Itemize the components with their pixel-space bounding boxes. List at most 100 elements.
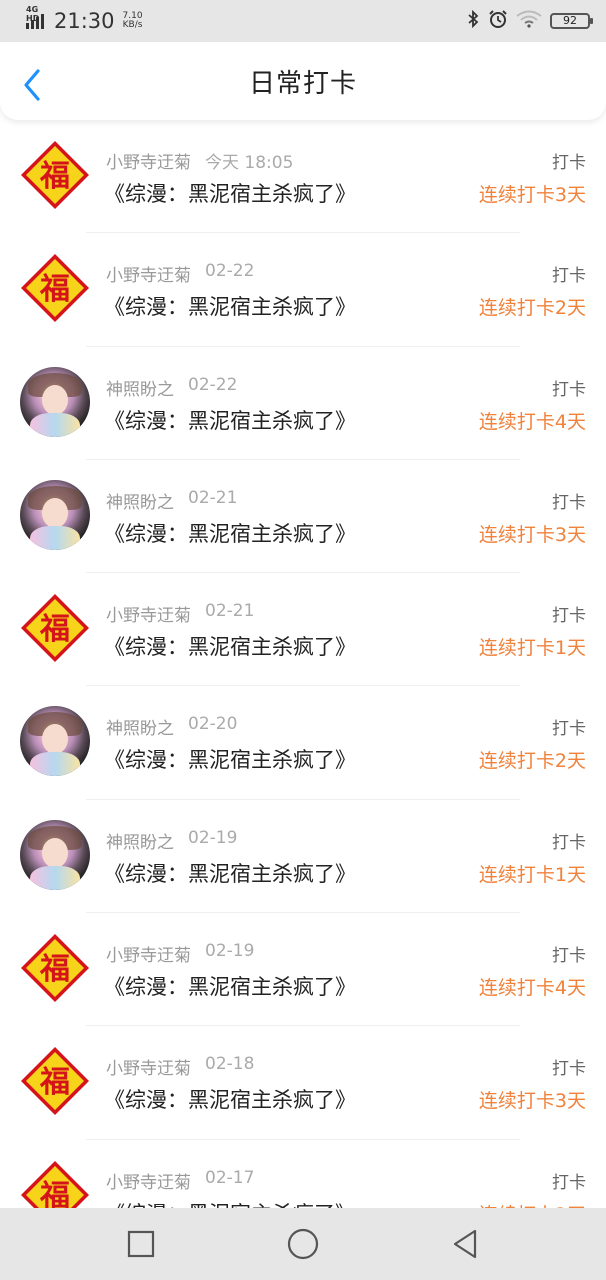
fu-glyph: 福 <box>39 952 70 987</box>
home-button[interactable] <box>283 1224 323 1264</box>
recent-apps-button[interactable] <box>121 1224 161 1264</box>
book-title[interactable]: 《综漫：黑泥宿主杀疯了》 <box>104 291 356 321</box>
checkin-label: 打卡 <box>552 153 586 173</box>
checkin-list-item[interactable]: 福 小野寺迂菊 02-19 《综漫：黑泥宿主杀疯了》 打卡连续打卡4天 <box>0 913 606 1027</box>
fu-avatar-icon: 福 <box>21 254 89 323</box>
status-time: 21:30 <box>54 9 115 33</box>
bluetooth-icon <box>466 9 480 32</box>
alarm-icon <box>488 9 508 33</box>
user-name[interactable]: 小野寺迂菊 <box>106 261 191 286</box>
user-name[interactable]: 小野寺迂菊 <box>106 941 191 966</box>
fu-glyph: 福 <box>39 612 70 647</box>
streak-label: 连续打卡2天 <box>479 1200 586 1208</box>
book-title[interactable]: 《综漫：黑泥宿主杀疯了》 <box>104 1198 356 1208</box>
fu-avatar-icon: 福 <box>21 934 89 1003</box>
checkin-time: 02-22 <box>188 374 238 395</box>
checkin-list-item[interactable]: 神照盼之 02-21 《综漫：黑泥宿主杀疯了》 打卡连续打卡3天 <box>0 460 606 574</box>
user-name[interactable]: 神照盼之 <box>106 714 174 739</box>
fu-avatar-icon: 福 <box>21 141 89 209</box>
checkin-list-item[interactable]: 神照盼之 02-19 《综漫：黑泥宿主杀疯了》 打卡连续打卡1天 <box>0 800 606 914</box>
book-title[interactable]: 《综漫：黑泥宿主杀疯了》 <box>104 518 356 548</box>
book-title[interactable]: 《综漫：黑泥宿主杀疯了》 <box>104 631 356 661</box>
fu-glyph: 福 <box>39 1179 70 1208</box>
checkin-list-item[interactable]: 福 小野寺迂菊 02-17 《综漫：黑泥宿主杀疯了》 打卡连续打卡2天 <box>0 1140 606 1208</box>
network-label: 4G HD <box>26 5 40 23</box>
user-name[interactable]: 小野寺迂菊 <box>106 148 191 173</box>
avatar[interactable] <box>20 366 90 437</box>
book-title[interactable]: 《综漫：黑泥宿主杀疯了》 <box>104 405 356 435</box>
nav-back-button[interactable] <box>445 1224 485 1264</box>
checkin-time: 02-19 <box>205 941 255 962</box>
speed-unit: KB/s <box>122 20 143 30</box>
user-name[interactable]: 神照盼之 <box>106 828 174 853</box>
checkin-label: 打卡 <box>552 379 586 400</box>
checkin-label: 打卡 <box>552 492 586 513</box>
checkin-time: 02-22 <box>205 261 255 282</box>
back-icon <box>453 1229 477 1259</box>
checkin-label: 打卡 <box>552 832 586 853</box>
checkin-list-item[interactable]: 神照盼之 02-20 《综漫：黑泥宿主杀疯了》 打卡 连续打卡2天 <box>0 686 606 800</box>
user-name[interactable]: 小野寺迂菊 <box>106 1168 191 1193</box>
avatar[interactable] <box>20 479 90 550</box>
fu-avatar-icon: 福 <box>21 1160 89 1208</box>
checkin-list: 福小野寺迂菊 今天 18:05 《综漫：黑泥宿主杀疯了》 打卡 连续打卡3天福小野寺迂菊… <box>0 120 606 1208</box>
checkin-time: 02-21 <box>205 601 255 622</box>
book-title[interactable]: 《综漫：黑泥宿主杀疯了》 <box>104 858 356 888</box>
system-nav-bar <box>0 1208 606 1280</box>
fu-glyph: 福 <box>39 1065 70 1100</box>
wifi-icon <box>516 10 542 32</box>
user-name[interactable]: 小野寺迂菊 <box>106 601 191 626</box>
fu-glyph: 福 <box>39 159 70 194</box>
streak-label: 连续打卡3天 <box>478 184 586 206</box>
signal-icon: 4G HD <box>26 5 44 29</box>
streak-label: 连续打卡1天 <box>478 863 586 886</box>
checkin-label: 打卡 <box>552 1172 586 1193</box>
book-title[interactable]: 《综漫：黑泥宿主杀疯了》 <box>104 1084 356 1114</box>
streak-label: 连续打卡2天 <box>478 750 586 773</box>
streak-label: 连续打卡4天 <box>478 410 586 433</box>
streak-label: 连续打卡3天 <box>478 523 586 546</box>
avatar[interactable]: 福 <box>20 593 90 663</box>
checkin-time: 02-21 <box>188 487 238 508</box>
fu-avatar-icon: 福 <box>21 1047 89 1116</box>
chevron-left-icon <box>24 69 40 101</box>
checkin-list-item[interactable]: 福 小野寺迂菊 02-18 《综漫：黑泥宿主杀疯了》 打卡连续打卡3天 <box>0 1026 606 1140</box>
user-name[interactable]: 神照盼之 <box>106 488 174 513</box>
streak-label: 连续打卡4天 <box>478 977 586 1000</box>
fu-glyph: 福 <box>39 272 70 307</box>
fu-avatar-icon: 福 <box>21 594 89 663</box>
checkin-label: 打卡 <box>552 1059 586 1080</box>
checkin-time: 02-20 <box>188 714 238 735</box>
streak-label: 连续打卡3天 <box>478 1090 586 1113</box>
avatar[interactable] <box>20 819 90 890</box>
avatar[interactable]: 福 <box>20 253 90 323</box>
streak-label: 连续打卡2天 <box>478 297 586 320</box>
avatar[interactable]: 福 <box>20 1046 90 1116</box>
avatar[interactable] <box>20 706 90 777</box>
checkin-time: 02-19 <box>188 827 238 848</box>
checkin-time: 02-18 <box>205 1054 255 1075</box>
checkin-list-item[interactable]: 福 小野寺迂菊 02-21 《综漫：黑泥宿主杀疯了》 打卡连续打卡1天 <box>0 573 606 687</box>
user-name[interactable]: 小野寺迂菊 <box>106 1054 191 1079</box>
home-icon <box>287 1228 319 1260</box>
battery-icon: 92 <box>550 13 593 29</box>
avatar[interactable]: 福 <box>20 933 90 1003</box>
page-title: 日常打卡 <box>248 68 357 99</box>
checkin-time: 今天 18:05 <box>205 153 294 173</box>
status-bar: 4G HD 21:30 7.10 KB/s 92 <box>0 0 606 42</box>
book-title[interactable]: 《综漫：黑泥宿主杀疯了》 <box>104 744 356 774</box>
recent-apps-icon <box>127 1230 155 1258</box>
avatar[interactable]: 福 <box>20 1160 90 1208</box>
checkin-list-item[interactable]: 福 小野寺迂菊 02-22 《综漫：黑泥宿主杀疯了》 打卡 连续打卡2天 <box>0 233 606 347</box>
back-button[interactable] <box>20 68 48 102</box>
book-title[interactable]: 《综漫：黑泥宿主杀疯了》 <box>104 178 356 208</box>
checkin-label: 打卡 <box>552 946 586 967</box>
streak-label: 连续打卡1天 <box>478 637 586 660</box>
user-name[interactable]: 神照盼之 <box>106 375 174 400</box>
checkin-time: 02-17 <box>205 1167 255 1188</box>
checkin-list-item[interactable]: 福 小野寺迂菊 今天 18:05 《综漫：黑泥宿主杀疯了》 打卡连续打卡3天 <box>0 120 606 234</box>
book-title[interactable]: 《综漫：黑泥宿主杀疯了》 <box>104 971 356 1001</box>
checkin-list-item[interactable]: 神照盼之 02-22 《综漫：黑泥宿主杀疯了》 打卡连续打卡4天 <box>0 347 606 460</box>
avatar[interactable]: 福 <box>20 140 90 210</box>
checkin-label: 打卡 <box>552 606 586 627</box>
